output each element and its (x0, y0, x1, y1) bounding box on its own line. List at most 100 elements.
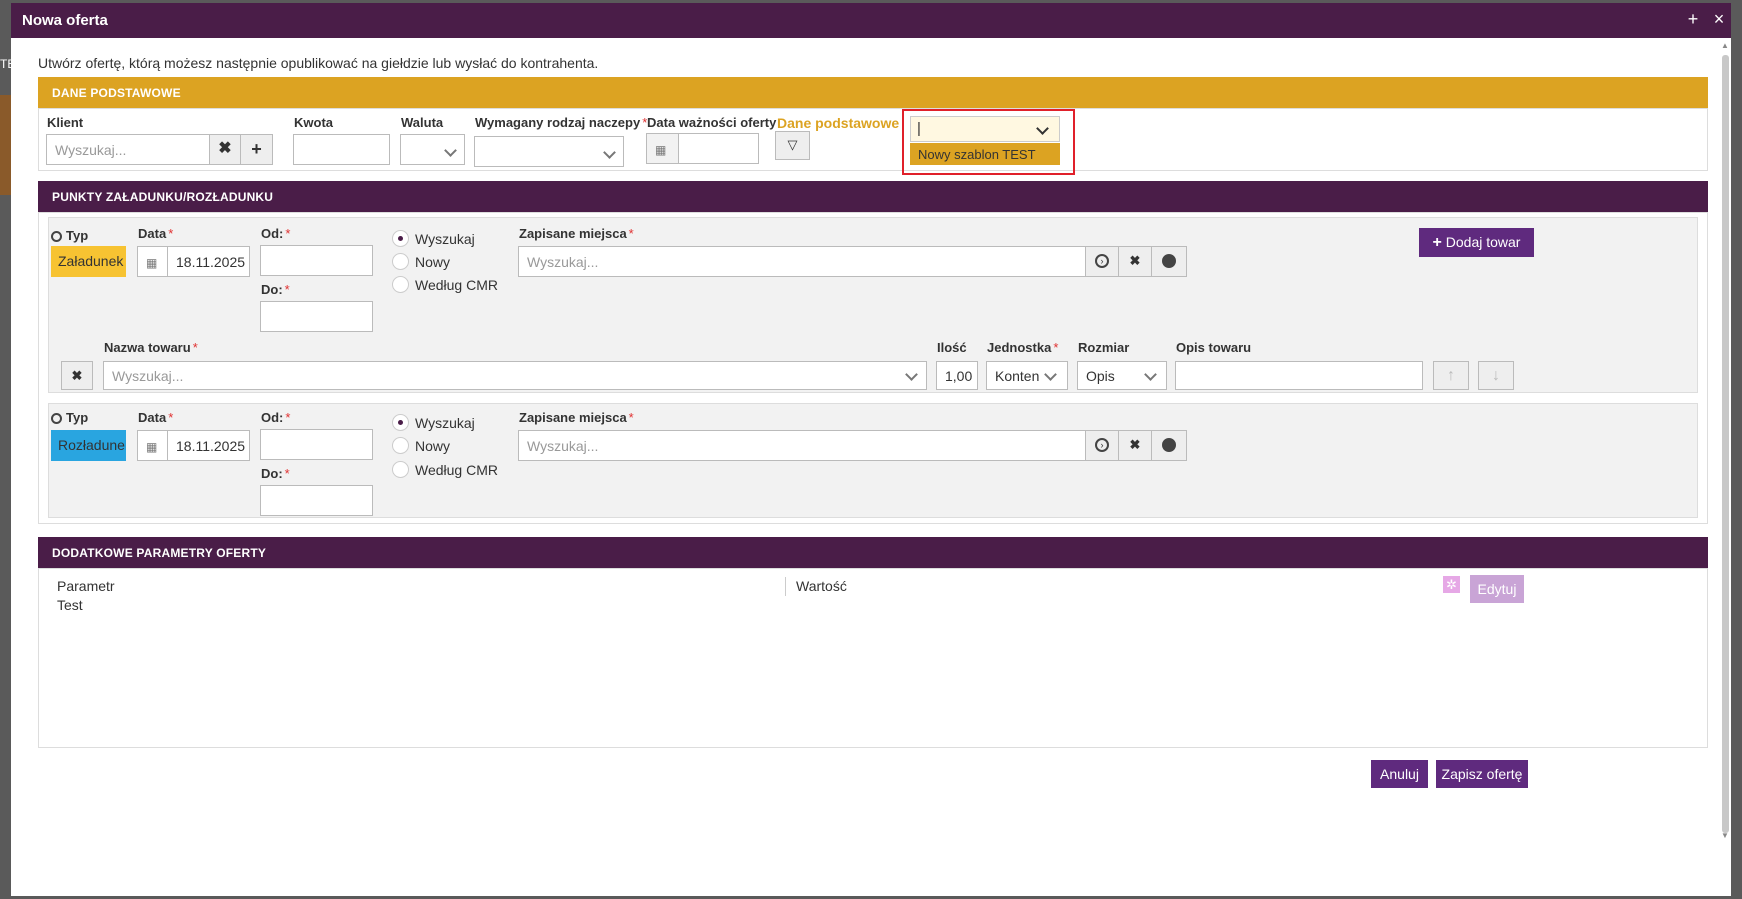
unloading-from-input[interactable] (260, 429, 373, 460)
quantity-label: Ilość (937, 340, 967, 355)
arrow-right-icon: › (1095, 437, 1109, 452)
clear-icon: ✖ (218, 140, 232, 157)
arrow-up-icon: ↑ (1447, 367, 1455, 384)
go-button[interactable]: › (1085, 246, 1119, 277)
template-dropdown[interactable]: | (910, 116, 1060, 142)
goods-name-label: Nazwa towaru * (104, 340, 198, 355)
calendar-icon[interactable]: ▦ (137, 246, 168, 277)
param-row-name: Test (57, 597, 83, 613)
maximize-icon[interactable]: + (1684, 9, 1702, 30)
from-label: Od: * (261, 226, 291, 241)
loading-to-input[interactable] (260, 301, 373, 332)
clear-place-button[interactable]: ✖ (1118, 246, 1152, 277)
close-icon[interactable]: × (1710, 9, 1728, 30)
clear-icon: ✖ (1129, 437, 1141, 452)
chevron-down-icon (1036, 122, 1049, 135)
client-add-button[interactable]: + (240, 134, 273, 165)
arrow-right-icon: › (1095, 253, 1109, 268)
trailer-label: Wymagany rodzaj naczepy * (475, 115, 648, 130)
unloading-to-input[interactable] (260, 485, 373, 516)
unloading-place-search[interactable]: Wyszukaj... (518, 430, 1086, 461)
calendar-icon[interactable]: ▦ (646, 133, 679, 164)
validity-label: Data ważności oferty (647, 115, 777, 130)
save-offer-button[interactable]: Zapisz ofertę (1436, 760, 1528, 788)
clear-icon: ✖ (1129, 253, 1141, 268)
to-label: Do: * (261, 466, 290, 481)
section-points-header: PUNKTY ZAŁADUNKU/ROZŁADUNKU (38, 181, 1708, 212)
saved-places-label: Zapisane miejsca * (519, 410, 634, 425)
section-basic-panel: Klient Wyszukaj... ✖ + Kwota Waluta Wyma… (38, 108, 1708, 175)
compass-icon (1162, 253, 1176, 268)
column-divider (785, 577, 786, 596)
radio-new[interactable]: Nowy (392, 253, 450, 270)
size-label: Rozmiar (1078, 340, 1130, 355)
goods-desc-input[interactable] (1175, 361, 1423, 390)
move-up-button[interactable]: ↑ (1433, 361, 1469, 390)
chevron-down-icon (603, 146, 616, 159)
unloading-date-input[interactable]: 18.11.2025 (167, 430, 250, 461)
goods-name-select[interactable]: Wyszukaj... (103, 361, 927, 390)
map-button[interactable] (1151, 246, 1187, 277)
currency-select[interactable] (400, 134, 465, 165)
calendar-icon[interactable]: ▦ (137, 430, 168, 461)
date-label: Data * (138, 226, 174, 241)
plus-icon: + (1432, 234, 1442, 251)
cancel-button[interactable]: Anuluj (1371, 760, 1428, 788)
unloading-type-badge: Rozładunek (51, 430, 126, 461)
scroll-down-icon[interactable]: ▼ (1721, 831, 1729, 840)
template-dropdown-highlight: | Nowy szablon TEST (902, 109, 1075, 175)
loading-date-input[interactable]: 18.11.2025 (167, 246, 250, 277)
clear-place-button[interactable]: ✖ (1118, 430, 1152, 461)
collapse-icon[interactable] (51, 231, 62, 243)
to-label: Do: * (261, 282, 290, 297)
intro-text: Utwórz ofertę, którą możesz następnie op… (38, 55, 599, 71)
quantity-input[interactable]: 1,00 (936, 361, 978, 390)
radio-cmr[interactable]: Według CMR (392, 276, 498, 293)
param-column-header: Parametr (57, 578, 115, 594)
filter-button[interactable]: ▽ (775, 131, 810, 160)
scroll-up-icon[interactable]: ▲ (1721, 41, 1729, 50)
section-params-panel: Parametr Wartość Test ✲ Edytuj (38, 568, 1708, 748)
loading-from-input[interactable] (260, 245, 373, 276)
client-clear-button[interactable]: ✖ (209, 134, 241, 165)
radio-new[interactable]: Nowy (392, 437, 450, 454)
loading-block: Typ Załadunek Data * ▦ 18.11.2025 Od: * Do… (48, 217, 1698, 393)
trailer-type-select[interactable] (474, 136, 624, 167)
dialog-title: Nowa oferta (22, 12, 108, 29)
radio-search[interactable]: Wyszukaj (392, 230, 475, 247)
client-label: Klient (47, 115, 84, 130)
section-basic-header: DANE PODSTAWOWE (38, 77, 1708, 108)
currency-label: Waluta (401, 115, 444, 130)
loading-place-search[interactable]: Wyszukaj... (518, 246, 1086, 277)
add-goods-button[interactable]: + Dodaj towar (1419, 228, 1534, 257)
amount-input[interactable] (293, 134, 390, 165)
loading-type-badge: Załadunek (51, 246, 126, 277)
scrollbar[interactable]: ▲ ▼ (1720, 41, 1731, 891)
compass-icon (1162, 437, 1176, 452)
amount-label: Kwota (294, 115, 333, 130)
new-offer-dialog: Nowa oferta + × Utwórz ofertę, którą moż… (11, 3, 1731, 896)
settings-icon[interactable]: ✲ (1443, 576, 1460, 593)
template-link[interactable]: Dane podstawowe (777, 115, 899, 131)
radio-cmr[interactable]: Według CMR (392, 461, 498, 478)
go-button[interactable]: › (1085, 430, 1119, 461)
from-label: Od: * (261, 410, 291, 425)
map-button[interactable] (1151, 430, 1187, 461)
scrollbar-thumb[interactable] (1722, 55, 1729, 833)
plus-icon: + (251, 139, 262, 159)
edit-button[interactable]: Edytuj (1470, 575, 1524, 603)
validity-date-input[interactable] (678, 133, 759, 164)
collapse-icon[interactable] (51, 413, 62, 425)
remove-goods-button[interactable]: ✖ (61, 361, 93, 390)
background-partial-text: TE (0, 57, 11, 71)
chevron-down-icon (444, 144, 457, 157)
unit-label: Jednostka * (987, 340, 1059, 355)
section-params-header: DODATKOWE PARAMETRY OFERTY (38, 537, 1708, 568)
template-option[interactable]: Nowy szablon TEST (910, 143, 1060, 165)
type-label: Typ (51, 228, 88, 243)
radio-search[interactable]: Wyszukaj (392, 414, 475, 431)
arrow-down-icon: ↓ (1492, 367, 1500, 384)
saved-places-label: Zapisane miejsca * (519, 226, 634, 241)
move-down-button[interactable]: ↓ (1478, 361, 1514, 390)
client-search-input[interactable]: Wyszukaj... (46, 134, 210, 165)
